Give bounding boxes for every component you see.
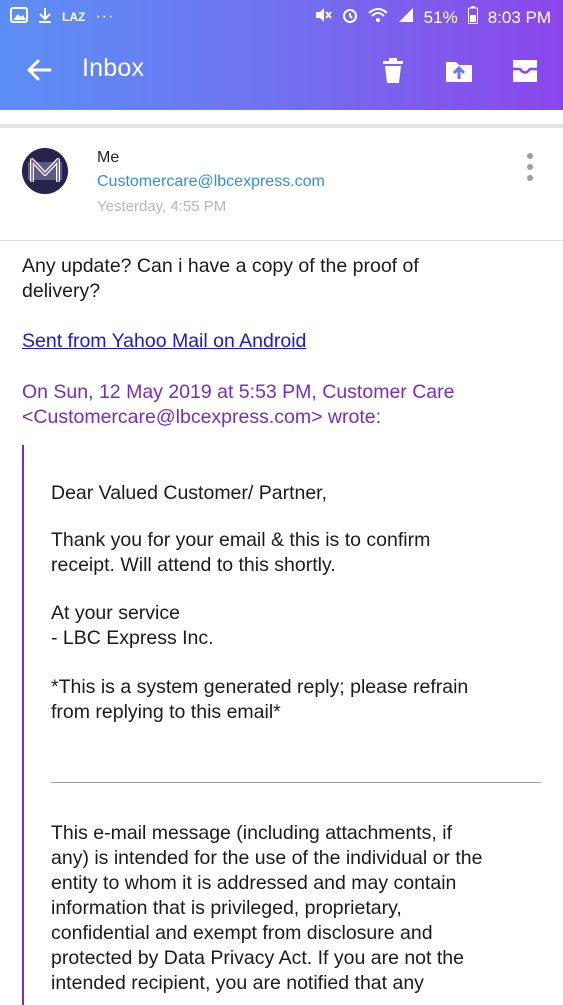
body-line: delivery? bbox=[22, 280, 101, 302]
disclaimer: This e-mail message (including attachmen… bbox=[51, 821, 482, 996]
disclaimer-line: information that is privileged, propriet… bbox=[51, 897, 402, 919]
disclaimer-line: any) is intended for the use of the indi… bbox=[51, 847, 483, 869]
body-line: Any update? Can i have a copy of the pro… bbox=[22, 255, 419, 277]
app-bar-title: Inbox bbox=[82, 54, 145, 82]
quoted-line: Thank you for your email & this is to co… bbox=[51, 529, 431, 551]
quote-header: On Sun, 12 May 2019 at 5:53 PM, Customer… bbox=[22, 380, 454, 430]
mute-icon bbox=[314, 7, 332, 28]
avatar[interactable] bbox=[22, 148, 68, 194]
disclaimer-line: confidential and exempt from disclosure … bbox=[51, 922, 433, 944]
status-bar: LAZ ··· 51% 8:03 PM bbox=[0, 0, 563, 34]
quoted-line: receipt. Will attend to this shortly. bbox=[51, 554, 336, 576]
move-to-folder-icon[interactable] bbox=[444, 56, 474, 86]
alarm-icon bbox=[342, 7, 358, 28]
quoted-line: At your service bbox=[51, 602, 180, 624]
quoted-line: from replying to this email* bbox=[51, 701, 281, 723]
message-timestamp: Yesterday, 4:55 PM bbox=[97, 198, 227, 215]
disclaimer-line: This e-mail message (including attachmen… bbox=[51, 822, 452, 844]
battery-percent: 51% bbox=[423, 7, 458, 27]
yahoo-mail-signature-link[interactable]: Sent from Yahoo Mail on Android bbox=[22, 329, 306, 354]
quoted-line: *This is a system generated reply; pleas… bbox=[51, 676, 469, 698]
quote-header-line: On Sun, 12 May 2019 at 5:53 PM, Customer… bbox=[22, 381, 455, 403]
quoted-greeting: Dear Valued Customer/ Partner, bbox=[51, 482, 328, 504]
quoted-line: - LBC Express Inc. bbox=[51, 627, 214, 649]
message-header: Me Customercare@lbcexpress.com Yesterday… bbox=[0, 128, 563, 241]
battery-icon bbox=[467, 6, 478, 29]
recipient-email[interactable]: Customercare@lbcexpress.com bbox=[97, 173, 325, 191]
disclaimer-line: entity to whom it is addressed and may c… bbox=[51, 872, 457, 894]
quoted-paragraph: *This is a system generated reply; pleas… bbox=[51, 675, 468, 725]
archive-icon[interactable] bbox=[510, 56, 540, 86]
quoted-paragraph: At your service - LBC Express Inc. bbox=[51, 601, 214, 651]
clock: 8:03 PM bbox=[487, 7, 551, 27]
more-options-icon[interactable] bbox=[520, 150, 540, 184]
app-header: LAZ ··· 51% 8:03 PM Inbox bbox=[0, 0, 563, 110]
quoted-divider bbox=[51, 782, 541, 783]
back-arrow-icon[interactable] bbox=[22, 52, 58, 88]
signal-icon bbox=[398, 7, 414, 28]
quote-bar bbox=[22, 445, 24, 1005]
app-bar: Inbox bbox=[0, 34, 563, 110]
download-icon bbox=[38, 7, 52, 27]
wifi-icon bbox=[367, 7, 388, 28]
more-notifications: ··· bbox=[95, 8, 115, 25]
quoted-paragraph: Thank you for your email & this is to co… bbox=[51, 528, 430, 578]
disclaimer-line: intended recipient, you are notified tha… bbox=[51, 972, 424, 994]
trash-icon[interactable] bbox=[378, 56, 408, 86]
gallery-notification-icon bbox=[10, 7, 28, 27]
quote-header-line: <Customercare@lbcexpress.com> wrote: bbox=[22, 406, 382, 428]
carrier-label: LAZ bbox=[62, 10, 86, 24]
message-body: Any update? Can i have a copy of the pro… bbox=[22, 254, 419, 304]
sender-name: Me bbox=[97, 149, 120, 166]
disclaimer-line: protected by Data Privacy Act. If you ar… bbox=[51, 947, 464, 969]
